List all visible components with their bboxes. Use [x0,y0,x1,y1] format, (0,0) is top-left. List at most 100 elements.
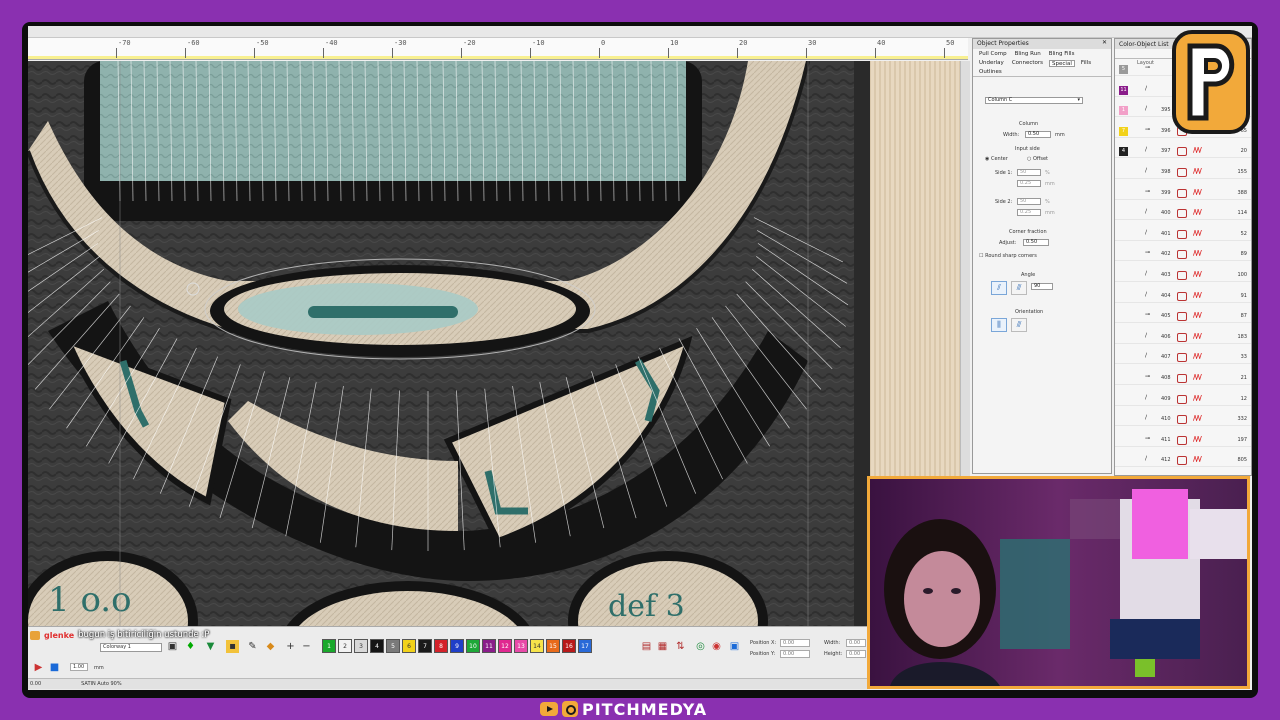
side1-mm-input[interactable]: 0.25 [1017,180,1041,187]
stitch-player-icon[interactable]: ▶ [32,661,45,674]
color-list-row[interactable]: ⊸ 402 /\/\/ 89 [1115,248,1251,262]
thread-color-swatch[interactable]: 4 [370,639,384,653]
redraw-icon[interactable]: ■ [48,661,61,674]
colorway-select[interactable]: Colorway 1 [100,643,162,652]
checkbox-icon: ☐ [979,253,984,259]
stitch-type-icon: ∕ [1145,290,1148,298]
object-number: 398 [1161,169,1171,175]
width-size-input[interactable]: 0.00 [846,639,866,647]
thread-chart-icon[interactable]: ▦ [656,640,669,653]
brand-logo [1172,30,1250,134]
thread-color-swatch[interactable]: 9 [450,639,464,653]
tab-bling-run[interactable]: Bling Run [1013,51,1043,58]
round-corners-checkbox[interactable]: ☐ Round sharp corners [979,253,1037,259]
add-color-icon[interactable]: + [284,640,297,653]
orientation-reverse-button[interactable]: ⫻ [1011,318,1027,332]
thread-color-swatch[interactable]: 12 [498,639,512,653]
color-wheel-icon[interactable]: ◎ [694,640,707,653]
object-number: 397 [1161,148,1171,155]
position-y-input[interactable]: 0.00 [780,650,810,658]
thread-color-swatch[interactable]: 13 [514,639,528,653]
thread-color-swatch[interactable]: 11 [482,639,496,653]
color-swatch: 1 [1119,106,1128,116]
color-list-row[interactable]: ∕ 403 /\/\/ 100 [1115,269,1251,282]
color-list-row[interactable]: ∕ 409 /\/\/ 12 [1115,393,1251,406]
color-list-row[interactable]: ∕ 410 /\/\/ 332 [1115,413,1251,427]
chat-avatar [30,630,40,640]
tab-outlines[interactable]: Outlines [977,69,1004,76]
side1-input[interactable]: 50 [1017,169,1041,176]
color-list-row[interactable]: ∕ 398 /\/\/ 155 [1115,166,1251,179]
color-list-row[interactable]: ⊸ 405 /\/\/ 87 [1115,310,1251,324]
thread-color-swatch[interactable]: 14 [530,639,544,653]
offset-radio[interactable]: ○ Offset [1027,156,1048,162]
satin-stitch-icon: /\/\/ [1193,270,1202,278]
stitch-type-icon: ∕ [1145,228,1148,236]
sequence-icon[interactable]: ⇅ [674,640,687,653]
color-list-row[interactable]: ∕ 400 /\/\/ 114 [1115,207,1251,221]
eyedropper-icon[interactable]: ✎ [246,640,259,653]
thread-color-swatch[interactable]: 7 [418,639,432,653]
width-input[interactable]: 0.50 [1025,131,1051,138]
thread-color-swatch[interactable]: 17 [578,639,592,653]
color-list-row[interactable]: ∕ 412 /\/\/ 805 [1115,454,1251,468]
angle-input[interactable]: 90 [1031,283,1053,290]
zoom-input[interactable]: 1.00 [70,663,88,671]
ruler-label: 10 [670,39,679,47]
color-list-row[interactable]: ⊸ 411 /\/\/ 197 [1115,434,1251,447]
position-x-input[interactable]: 0.00 [780,639,810,647]
color-list-row[interactable]: ∕ 406 /\/\/ 183 [1115,331,1251,344]
stitch-type-icon: ∕ [1145,393,1148,401]
highlight-color-button[interactable]: ▪ [226,640,239,653]
tab-pull-comp[interactable]: Pull Comp [977,51,1009,58]
hoop-icon[interactable]: ▣ [728,640,741,653]
center-radio[interactable]: ◉ Center [985,156,1008,162]
side2-mm-input[interactable]: 0.25 [1017,209,1041,216]
paint-bucket-icon[interactable]: ▣ [166,640,179,653]
tab-special[interactable]: Special [1049,60,1075,67]
stitch-type-select[interactable]: Column C ▾ [985,97,1083,104]
ruler-tick [323,48,324,58]
tab-bling-fills[interactable]: Bling Fills [1047,51,1077,58]
color-list-row[interactable]: ∕ 401 /\/\/ 52 [1115,228,1251,241]
thread-color-swatch[interactable]: 16 [562,639,576,653]
thread-color-swatch[interactable]: 15 [546,639,560,653]
thread-color-swatch[interactable]: 8 [434,639,448,653]
fill-color-icon[interactable]: ◆ [264,640,277,653]
color-list-row[interactable]: ⊸ 399 /\/\/ 388 [1115,187,1251,200]
thread-color-swatch[interactable]: 10 [466,639,480,653]
color-list-row[interactable]: 4 ∕ 397 /\/\/ 20 [1115,145,1251,159]
side2-input[interactable]: 50 [1017,198,1041,205]
remove-color-icon[interactable]: − [300,640,313,653]
tab-connectors[interactable]: Connectors [1010,60,1045,67]
corner-fraction-label: Corner fraction [1009,229,1047,235]
zoom-unit: mm [94,665,104,671]
height-size-input[interactable]: 0.00 [846,650,866,658]
palette-icon[interactable]: ▤ [640,640,653,653]
color-blend-icon[interactable]: ◉ [710,640,723,653]
stitch-count: 100 [1237,272,1247,278]
design-canvas[interactable]: 1 o.o def 3 [28,61,960,626]
orientation-normal-button[interactable]: ⫼ [991,318,1007,332]
color-list-row[interactable]: ⊸ 408 /\/\/ 21 [1115,372,1251,385]
thread-color-swatch[interactable]: 5 [386,639,400,653]
adjust-input[interactable]: 0.50 [1023,239,1049,246]
thread-color-swatch[interactable]: 1 [322,639,336,653]
satin-stitch-icon: /\/\/ [1193,311,1202,320]
thread-color-swatch[interactable]: 6 [402,639,416,653]
spool-icon[interactable]: ▼ [204,640,217,653]
angle-fixed-button[interactable]: ⫽ [991,281,1007,295]
position-y-label: Position Y: [750,651,776,657]
thread-color-swatch[interactable]: 3 [354,639,368,653]
thread-color-swatch[interactable]: 2 [338,639,352,653]
angle-turning-button[interactable]: ⫻ [1011,281,1027,295]
ruler-tick [392,48,393,58]
close-icon[interactable]: ✕ [1102,40,1107,46]
thread-icon[interactable]: ♦ [184,640,197,653]
color-list-row[interactable]: ∕ 407 /\/\/ 33 [1115,351,1251,365]
stitch-type-icon: ∕ [1145,146,1148,154]
tab-fills[interactable]: Fills [1079,60,1093,67]
object-shape-icon [1177,394,1187,404]
tab-underlay[interactable]: Underlay [977,60,1006,67]
color-list-row[interactable]: ∕ 404 /\/\/ 91 [1115,290,1251,303]
